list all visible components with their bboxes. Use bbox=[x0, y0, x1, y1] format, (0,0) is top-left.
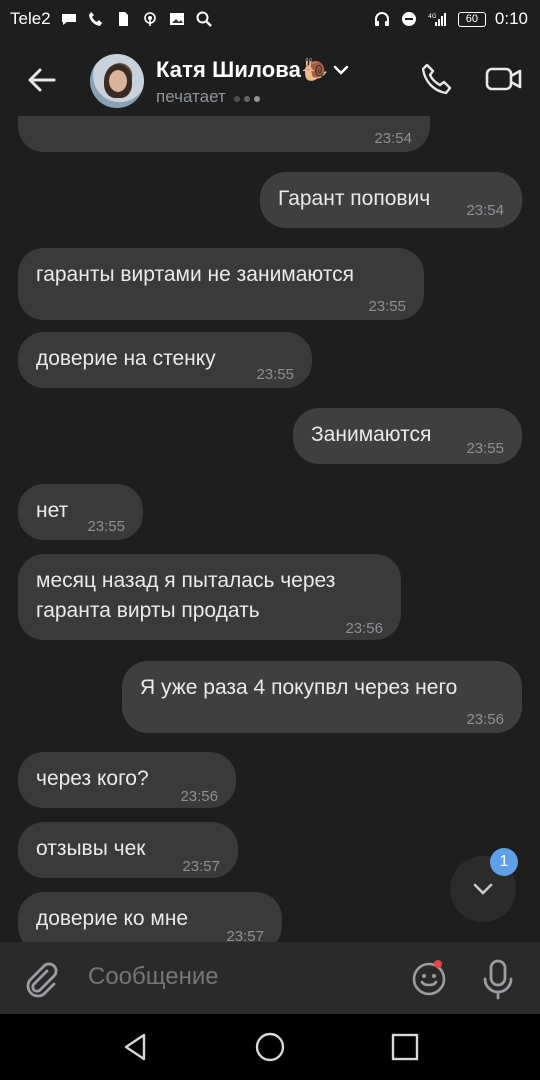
message-text: нет bbox=[36, 499, 69, 522]
contact-name-text: Катя Шилова🐌 bbox=[156, 57, 329, 82]
message-text: гаранты виртами не занимаются bbox=[36, 263, 354, 286]
sim-icon bbox=[118, 12, 128, 26]
back-arrow-icon[interactable] bbox=[24, 62, 60, 98]
message-bubble-incoming[interactable]: через кого? 23:56 bbox=[18, 752, 236, 808]
system-navigation-bar bbox=[0, 1014, 540, 1080]
clock: 0:10 bbox=[494, 9, 528, 28]
message-bubble-incoming[interactable]: гаранты виртами не занимаются 23:55 bbox=[18, 248, 424, 320]
message-time: 23:56 bbox=[466, 711, 504, 728]
nav-back-icon[interactable] bbox=[118, 1030, 152, 1064]
emoji-icon[interactable] bbox=[410, 960, 448, 998]
message-text: отзывы чек bbox=[36, 837, 146, 860]
message-time: 23:56 bbox=[180, 788, 218, 805]
message-text: Занимаются bbox=[311, 423, 432, 446]
search-notification-icon bbox=[196, 11, 212, 27]
message-composer bbox=[0, 942, 540, 1014]
message-list[interactable]: 23:54 Гарант попович 23:54 гаранты вирта… bbox=[0, 116, 540, 942]
chat-header: Катя Шилова🐌 печатает bbox=[0, 38, 540, 120]
notification-dot bbox=[434, 960, 442, 968]
chevron-down-icon bbox=[473, 883, 493, 895]
headphones-icon bbox=[374, 12, 389, 26]
status-bar: Tele2 4G 60 0:10 bbox=[0, 0, 540, 38]
chevron-down-icon[interactable] bbox=[332, 61, 350, 79]
microphone-icon[interactable] bbox=[480, 958, 516, 1000]
message-time: 23:54 bbox=[466, 202, 504, 219]
contact-name[interactable]: Катя Шилова🐌 bbox=[156, 57, 350, 83]
message-time: 23:55 bbox=[466, 440, 504, 457]
message-time: 23:57 bbox=[226, 928, 264, 942]
paperclip-icon[interactable] bbox=[22, 960, 60, 998]
message-time: 23:55 bbox=[256, 366, 294, 383]
message-bubble-outgoing[interactable]: Занимаются 23:55 bbox=[293, 408, 522, 464]
nav-recents-icon[interactable] bbox=[388, 1030, 422, 1064]
message-text: Гарант попович bbox=[278, 187, 431, 210]
message-time: 23:54 bbox=[374, 130, 412, 147]
message-time: 23:56 bbox=[345, 620, 383, 637]
phone-notification-icon bbox=[88, 12, 102, 26]
message-text: месяц назад я пыталась через гаранта вир… bbox=[36, 569, 336, 622]
message-bubble-outgoing[interactable]: Гарант попович 23:54 bbox=[260, 172, 522, 228]
message-bubble-incoming[interactable]: доверие ко мне 23:57 bbox=[18, 892, 282, 942]
nav-home-icon[interactable] bbox=[253, 1030, 287, 1064]
message-text: Я уже раза 4 покупвл через него bbox=[140, 676, 458, 699]
message-bubble-incoming[interactable]: нет 23:55 bbox=[18, 484, 143, 540]
carrier-label: Tele2 bbox=[10, 9, 51, 28]
message-input[interactable] bbox=[86, 962, 390, 992]
message-bubble-incoming[interactable]: доверие на стенку 23:55 bbox=[18, 332, 312, 388]
hotspot-icon bbox=[143, 12, 156, 26]
message-text: доверие на стенку bbox=[36, 347, 216, 370]
message-text: через кого? bbox=[36, 767, 149, 790]
unread-badge: 1 bbox=[490, 848, 518, 876]
message-text: доверие ко мне bbox=[36, 907, 189, 930]
battery-indicator: 60 bbox=[457, 11, 486, 27]
chat-notification-icon bbox=[61, 14, 76, 25]
signal-icon: 4G bbox=[428, 13, 446, 26]
gallery-icon bbox=[169, 13, 184, 25]
message-time: 23:55 bbox=[368, 298, 406, 315]
message-time: 23:55 bbox=[87, 518, 125, 535]
message-bubble-incoming[interactable]: месяц назад я пыталась через гаранта вир… bbox=[18, 554, 401, 640]
avatar[interactable] bbox=[90, 54, 144, 108]
message-bubble-outgoing[interactable]: Я уже раза 4 покупвл через него 23:56 bbox=[122, 661, 522, 733]
video-camera-icon[interactable] bbox=[484, 62, 524, 96]
typing-status-text: печатает bbox=[156, 87, 226, 106]
message-bubble-incoming[interactable]: 23:54 bbox=[18, 116, 430, 152]
do-not-disturb-icon bbox=[401, 12, 416, 26]
phone-icon[interactable] bbox=[418, 60, 456, 98]
message-time: 23:57 bbox=[182, 858, 220, 875]
svg-text:4G: 4G bbox=[428, 13, 437, 20]
typing-dots bbox=[233, 87, 264, 107]
message-bubble-incoming[interactable]: отзывы чек 23:57 bbox=[18, 822, 238, 878]
typing-status: печатает bbox=[156, 87, 264, 107]
